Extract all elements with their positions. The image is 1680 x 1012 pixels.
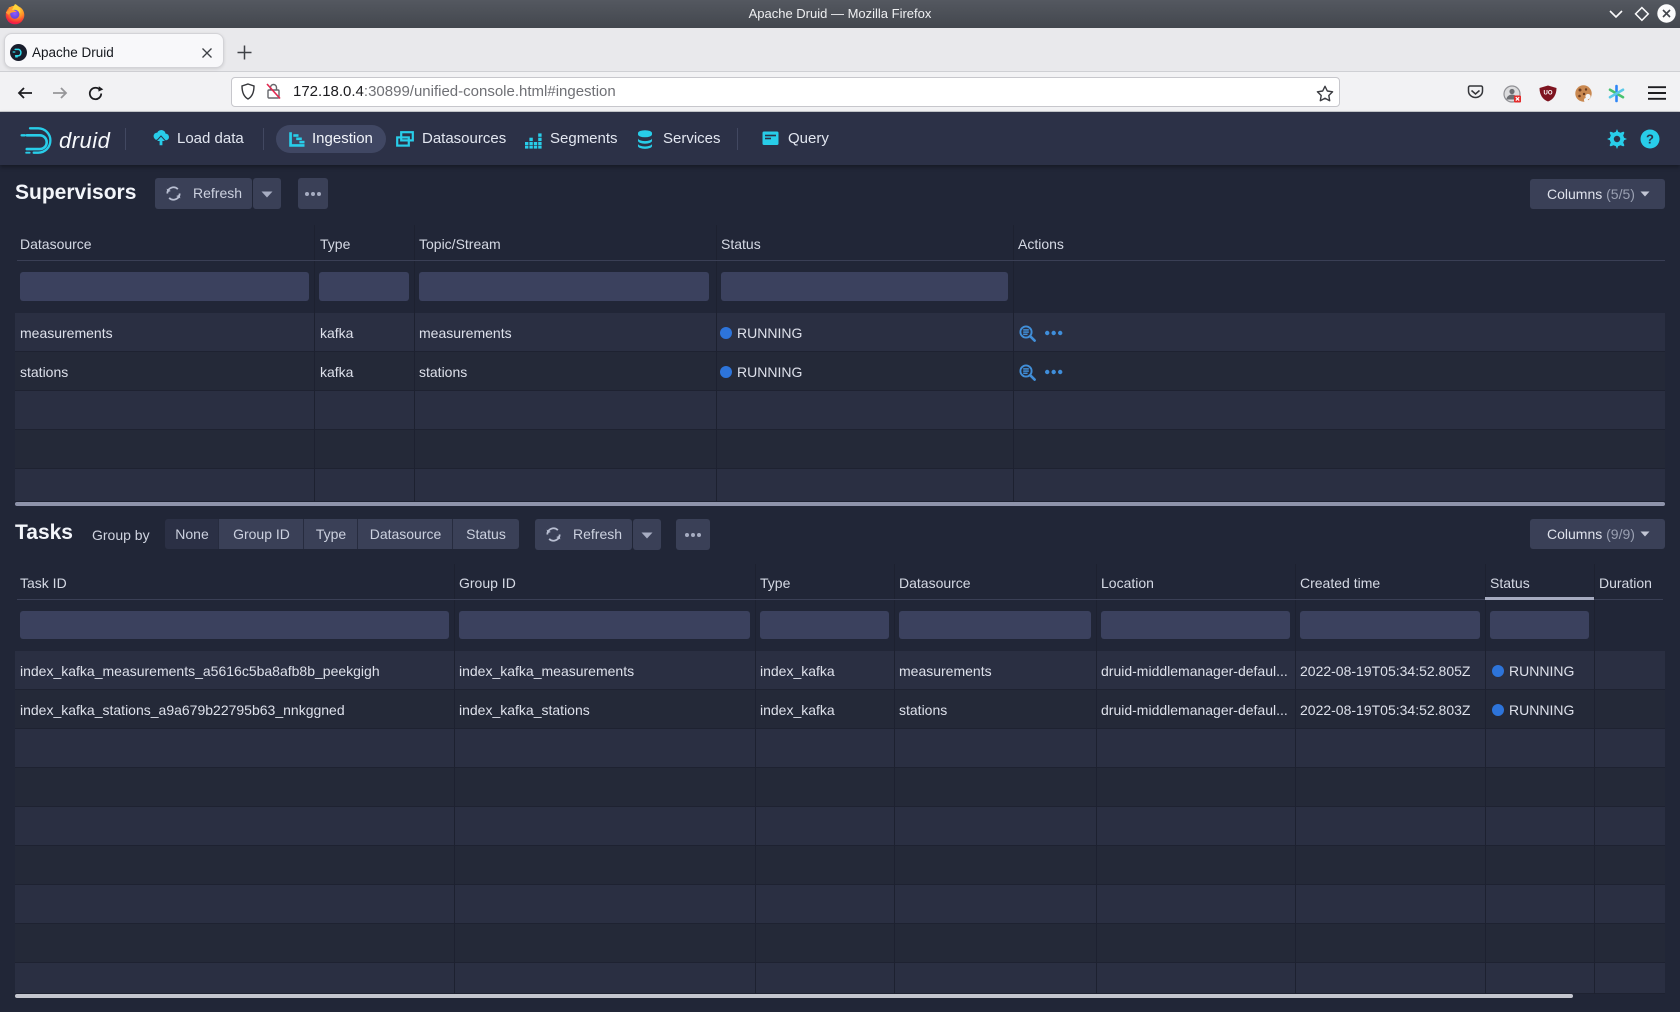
svg-text:UO: UO <box>1544 91 1553 97</box>
